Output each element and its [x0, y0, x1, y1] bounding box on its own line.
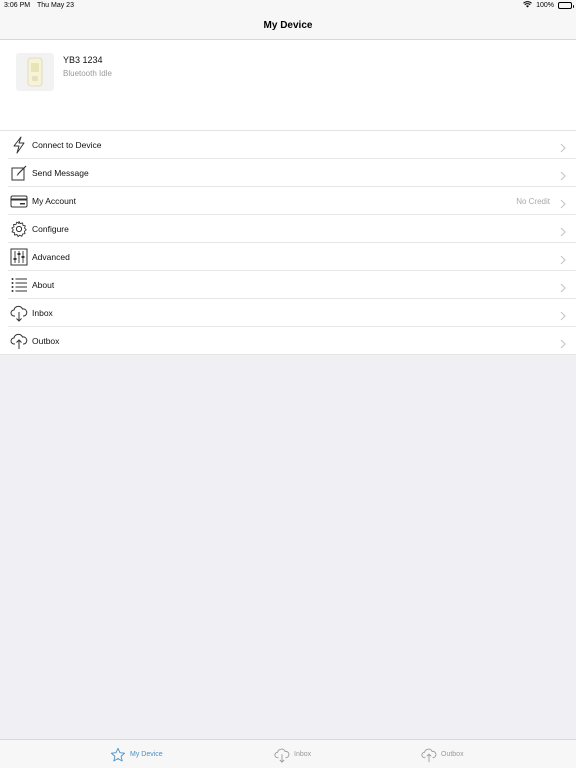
cloud-upload-icon — [421, 747, 437, 763]
tab-outbox[interactable]: Outbox — [421, 740, 464, 768]
menu-item-about[interactable]: About — [0, 271, 576, 299]
account-credit-status: No Credit — [516, 196, 550, 206]
navigation-bar: My Device — [0, 12, 576, 40]
menu-item-label: My Account — [32, 196, 76, 206]
device-card: YB3 1234 Bluetooth Idle — [0, 40, 576, 131]
menu-item-send-message[interactable]: Send Message — [0, 159, 576, 187]
tab-label: Inbox — [294, 751, 312, 758]
sliders-icon — [10, 248, 28, 266]
tab-label: My Device — [130, 751, 163, 758]
tab-label: Outbox — [441, 751, 464, 758]
status-right: 100% — [523, 1, 574, 10]
menu-item-label: Outbox — [32, 336, 60, 346]
menu-item-label: Configure — [32, 224, 69, 234]
menu-item-outbox[interactable]: Outbox — [0, 327, 576, 355]
battery-percent: 100% — [536, 2, 554, 9]
battery-icon — [558, 2, 574, 9]
menu-item-label: Connect to Device — [32, 140, 102, 150]
wifi-icon — [523, 1, 532, 10]
chevron-right-icon — [560, 140, 566, 153]
chevron-right-icon — [560, 196, 566, 209]
chevron-right-icon — [560, 280, 566, 293]
tab-inbox[interactable]: Inbox — [274, 740, 311, 768]
menu-item-advanced[interactable]: Advanced — [0, 243, 576, 271]
cloud-upload-icon — [10, 332, 28, 350]
menu-item-inbox[interactable]: Inbox — [0, 299, 576, 327]
status-time: 3:06 PM — [4, 2, 31, 9]
chevron-right-icon — [560, 336, 566, 349]
lightning-icon — [10, 136, 28, 154]
cloud-download-icon — [10, 304, 28, 322]
menu-item-my-account[interactable]: My Account No Credit — [0, 187, 576, 215]
page-title: My Device — [263, 20, 313, 31]
chevron-right-icon — [560, 308, 566, 321]
menu-item-label: Inbox — [32, 308, 53, 318]
menu-item-configure[interactable]: Configure — [0, 215, 576, 243]
tab-bar: My Device Inbox Outbox — [0, 739, 576, 768]
cloud-download-icon — [274, 747, 290, 763]
menu-item-connect-to-device[interactable]: Connect to Device — [0, 131, 576, 159]
star-icon — [110, 747, 126, 763]
compose-icon — [10, 164, 28, 182]
status-date: Thu May 23 — [37, 2, 74, 9]
gear-icon — [10, 220, 28, 238]
menu-list: Connect to Device Send Message My Accoun… — [0, 131, 576, 355]
chevron-right-icon — [560, 224, 566, 237]
credit-card-icon — [10, 192, 28, 210]
device-name: YB3 1234 — [63, 55, 103, 65]
device-status: Bluetooth Idle — [63, 69, 112, 78]
tab-my-device[interactable]: My Device — [110, 740, 163, 768]
device-image — [16, 53, 54, 91]
menu-item-label: About — [32, 280, 55, 290]
menu-item-label: Send Message — [32, 168, 89, 178]
chevron-right-icon — [560, 252, 566, 265]
list-icon — [10, 276, 28, 294]
menu-item-label: Advanced — [32, 252, 70, 262]
status-bar: 3:06 PM Thu May 23 100% — [0, 0, 576, 12]
chevron-right-icon — [560, 168, 566, 181]
